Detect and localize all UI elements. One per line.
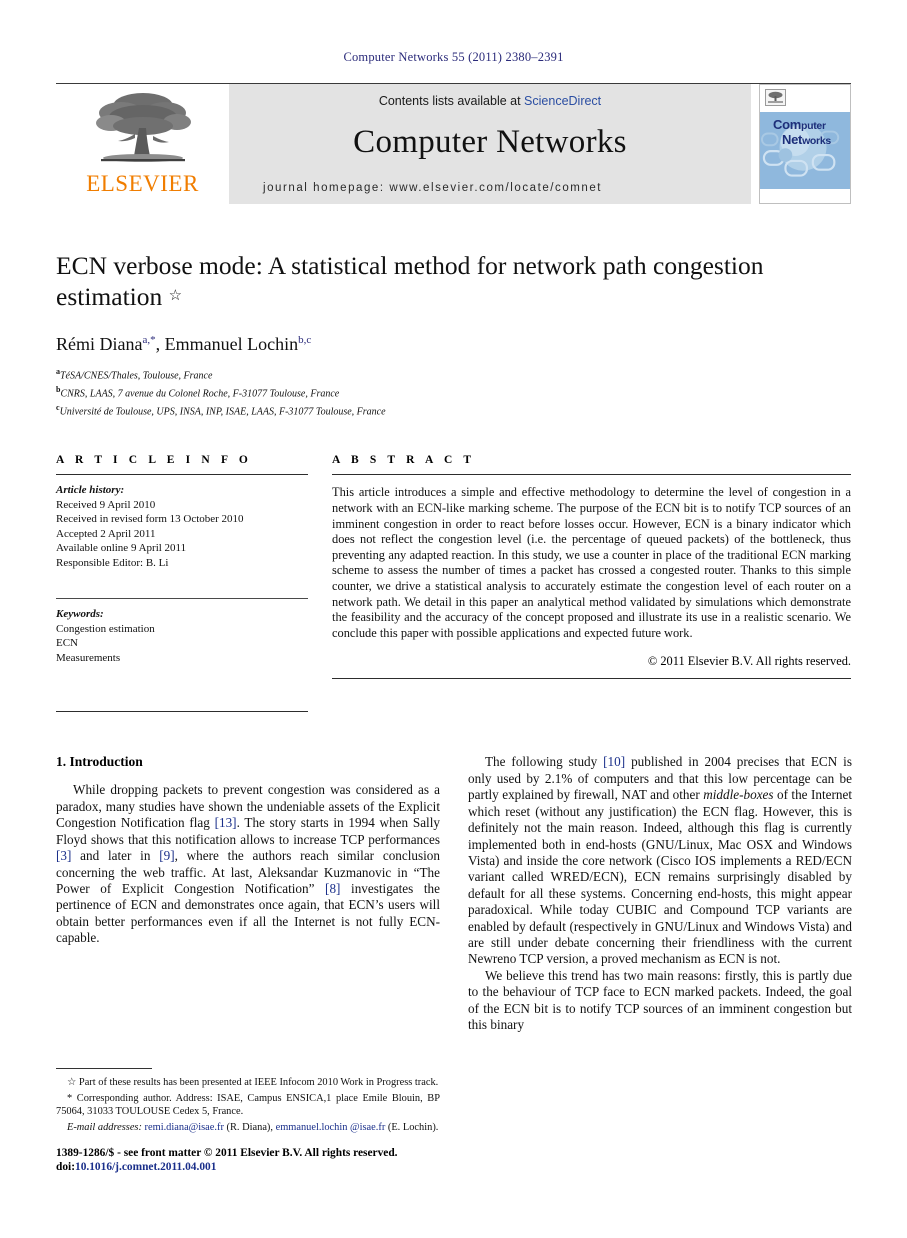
paper-title: ECN verbose mode: A statistical method f… [56, 250, 851, 312]
emphasis-middle-boxes: middle-boxes [703, 787, 774, 803]
contents-prefix: Contents lists available at [378, 94, 525, 108]
paper-page: Computer Networks 55 (2011) 2380–2391 EL… [0, 0, 907, 1238]
journal-homepage-link[interactable]: journal homepage: www.elsevier.com/locat… [263, 182, 602, 194]
email-link-2[interactable]: emmanuel.lochin @isae.fr [276, 1122, 386, 1133]
footnote-area: ☆ Part of these results has been present… [56, 1067, 440, 1175]
publisher-logo: ELSEVIER [56, 84, 229, 204]
author-name-2: Emmanuel Lochin [164, 334, 299, 354]
article-info-rule [56, 474, 308, 476]
info-abstract-section: A R T I C L E I N F O Article history: R… [56, 454, 851, 713]
keywords-rule [56, 598, 308, 600]
article-info-bottom-rule [56, 711, 308, 713]
elsevier-wordmark: ELSEVIER [86, 171, 199, 196]
intro-paragraph-left: While dropping packets to prevent conges… [56, 782, 440, 946]
keyword-item: Congestion estimation [56, 622, 155, 635]
elsevier-tree-icon [95, 93, 191, 162]
abstract-text: This article introduces a simple and eff… [332, 485, 851, 640]
title-block: ECN verbose mode: A statistical method f… [56, 250, 851, 418]
affiliation-item: aTéSA/CNES/Thales, Toulouse, France [56, 367, 213, 382]
body-columns: 1. Introduction While dropping packets t… [56, 754, 852, 1174]
footnote-rule [56, 1067, 152, 1069]
journal-masthead: ELSEVIER Contents lists available at Sci… [56, 83, 851, 204]
keywords-label: Keywords: [56, 608, 104, 621]
keywords-block: Keywords: Congestion estimation ECN Meas… [56, 607, 308, 665]
paper-title-text: ECN verbose mode: A statistical method f… [56, 251, 764, 311]
cover-title-line1: Computer [773, 117, 826, 132]
masthead-right: Computer Networks [751, 84, 851, 204]
citation-10[interactable]: [10] [603, 754, 625, 769]
email-link-1[interactable]: remi.diana@isae.fr [145, 1122, 224, 1133]
footnotes: ☆ Part of these results has been present… [56, 1076, 440, 1135]
abstract-rule [332, 474, 851, 476]
citation-9[interactable]: [9] [159, 848, 174, 863]
history-item: Responsible Editor: B. Li [56, 556, 169, 569]
section-heading-introduction: 1. Introduction [56, 754, 143, 770]
affiliation-item: bCNRS, LAAS, 7 avenue du Colonel Roche, … [56, 384, 340, 400]
footnote-emails: E-mail addresses: remi.diana@isae.fr (R.… [67, 1122, 439, 1134]
abstract-bottom-rule [332, 677, 851, 679]
doi-line: doi:10.1016/j.comnet.2011.04.001 [56, 1161, 217, 1174]
author-name-1: Rémi Diana [56, 334, 143, 354]
journal-cover-thumbnail: Computer Networks [759, 84, 851, 204]
affiliation-list: aTéSA/CNES/Thales, Toulouse, France bCNR… [56, 365, 851, 418]
footnote-star: ☆ Part of these results has been present… [67, 1076, 439, 1088]
title-footnote-star-icon: ☆ [168, 288, 183, 304]
article-info-heading: A R T I C L E I N F O [56, 454, 252, 467]
footnote-corresponding-author: * Corresponding author. Address: ISAE, C… [56, 1092, 440, 1118]
history-item: Accepted 2 April 2011 [56, 527, 156, 540]
author-separator: , [155, 334, 165, 354]
keyword-item: ECN [56, 637, 78, 650]
author-sup-2: b,c [298, 334, 312, 346]
history-item: Received in revised form 13 October 2010 [56, 513, 244, 526]
issn-copyright: 1389-1286/$ - see front matter © 2011 El… [56, 1147, 398, 1160]
body-column-right: The following study [10] published in 20… [468, 754, 852, 1174]
intro-paragraph-right-2: We believe this trend has two main reaso… [468, 967, 852, 1032]
intro-paragraph-right-1: The following study [10] published in 20… [468, 754, 852, 967]
running-head: Computer Networks 55 (2011) 2380–2391 [343, 50, 564, 64]
front-matter-line: 1389-1286/$ - see front matter © 2011 El… [56, 1146, 440, 1174]
abstract-copyright: © 2011 Elsevier B.V. All rights reserved… [647, 653, 851, 668]
article-info-column: A R T I C L E I N F O Article history: R… [56, 454, 308, 713]
cover-elsevier-logo-icon [765, 89, 786, 106]
journal-title: Computer Networks [353, 124, 627, 160]
affiliation-item: cUniversité de Toulouse, UPS, INSA, INP,… [56, 402, 386, 417]
citation-3[interactable]: [3] [56, 848, 71, 863]
citation-8[interactable]: [8] [325, 881, 340, 896]
email-label: E-mail addresses: [67, 1122, 142, 1134]
history-item: Available online 9 April 2011 [56, 542, 187, 555]
contents-available-line: Contents lists available at ScienceDirec… [379, 94, 601, 108]
citation-13[interactable]: [13] [215, 815, 237, 830]
cover-artwork: Computer Networks [760, 112, 850, 189]
abstract-heading: A B S T R A C T [332, 454, 476, 467]
author-sup-1: a,* [142, 334, 156, 346]
cover-title-line2: Networks [782, 132, 831, 147]
body-column-left: 1. Introduction While dropping packets t… [56, 754, 440, 1174]
doi-link[interactable]: 10.1016/j.comnet.2011.04.001 [75, 1161, 216, 1173]
author-list: Rémi Dianaa,*, Emmanuel Lochinb,c [56, 334, 851, 355]
history-item: Received 9 April 2010 [56, 498, 156, 511]
article-history-label: Article history: [56, 484, 125, 497]
sciencedirect-link[interactable]: ScienceDirect [524, 94, 601, 108]
abstract-column: A B S T R A C T This article introduces … [332, 454, 851, 712]
cover-title: Computer Networks [773, 118, 831, 148]
masthead-center: Contents lists available at ScienceDirec… [229, 84, 751, 204]
article-history-block: Article history: Received 9 April 2010 R… [56, 483, 308, 570]
keyword-item: Measurements [56, 651, 121, 664]
